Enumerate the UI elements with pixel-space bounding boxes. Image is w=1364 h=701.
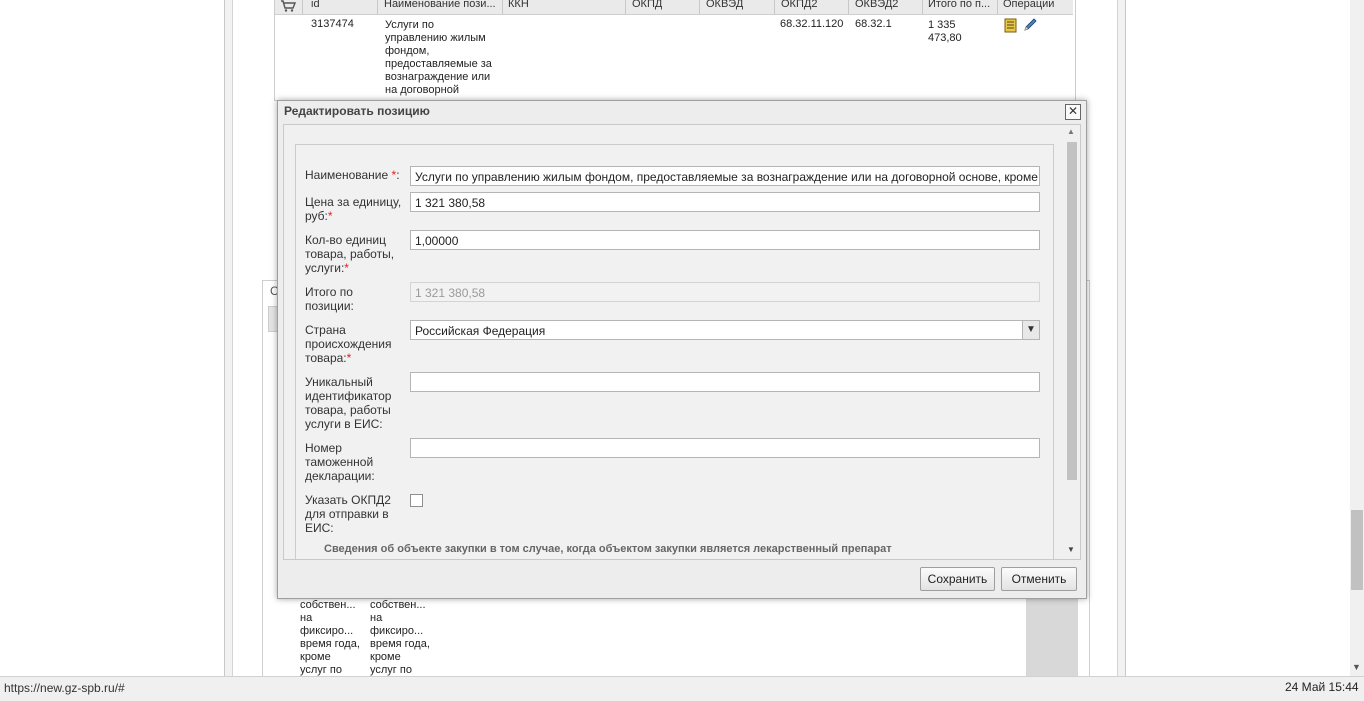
bottom-grid: собствен... на фиксиро... время года, кроме у…	[296, 598, 1078, 680]
col-header-okpd2[interactable]: ОКПД2	[781, 0, 817, 10]
close-icon[interactable]: ✕	[1065, 104, 1081, 120]
uid-label: Уникальный идентификатор товара, работы усл…	[305, 375, 392, 431]
row-id: 3137474	[311, 18, 354, 30]
country-select[interactable]: Российская Федерация ▼	[410, 320, 1040, 340]
dialog-title: Редактировать позицию	[284, 104, 430, 118]
save-button[interactable]: Сохранить	[920, 567, 995, 591]
price-input[interactable]: 1 321 380,58	[410, 192, 1040, 212]
cart-icon[interactable]	[280, 0, 296, 12]
okpd2-flag-checkbox[interactable]	[410, 494, 423, 507]
row-okved2: 68.32.1	[855, 18, 892, 30]
uid-input[interactable]	[410, 372, 1040, 392]
row-total: 1 335 473,80	[928, 19, 962, 44]
col-header-total[interactable]: Итого по п...	[928, 0, 998, 10]
scroll-down-icon[interactable]: ▼	[1352, 662, 1361, 672]
country-label: Страна происхождения товара:*	[305, 323, 392, 365]
row-okpd2: 68.32.11.120	[780, 18, 844, 30]
row-name: Услуги по управлению жилым фондом, предо…	[385, 19, 492, 96]
col-header-okved2[interactable]: ОКВЭД2	[855, 0, 898, 10]
col-header-okved[interactable]: ОКВЭД	[706, 0, 743, 10]
page-scroll-thumb[interactable]	[1351, 510, 1363, 590]
customs-input[interactable]	[410, 438, 1040, 458]
okpd2-flag-label: Указать ОКПД2 для отправки в ЕИС:	[305, 493, 391, 535]
chevron-down-icon[interactable]: ▼	[1022, 321, 1039, 339]
quantity-input[interactable]: 1,00000	[410, 230, 1040, 250]
col-header-id[interactable]: id	[311, 0, 320, 10]
bottom-gray-area	[1026, 598, 1078, 680]
quantity-label: Кол-во единиц товара, работы, услуги:*	[305, 233, 395, 275]
col-header-name[interactable]: Наименование пози...	[384, 0, 504, 10]
cancel-button[interactable]: Отменить	[1001, 567, 1077, 591]
customs-label: Номер таможенной декларации:	[305, 441, 375, 483]
scroll-up-icon[interactable]: ▲	[1067, 127, 1075, 136]
name-input[interactable]: Услуги по управлению жилым фондом, предо…	[410, 166, 1040, 186]
price-label: Цена за единицу, руб:*	[305, 195, 402, 223]
col-header-okpd[interactable]: ОКПД	[632, 0, 662, 10]
name-label: Наименование *:	[305, 168, 400, 182]
col-header-operations[interactable]: Операции	[1003, 0, 1054, 10]
dialog-scroll-thumb[interactable]	[1067, 142, 1077, 480]
total-label: Итого по позиции:	[305, 285, 354, 313]
status-url: https://new.gz-spb.ru/#	[4, 681, 125, 695]
grid-header: id Наименование пози... ККН ОКПД ОКВЭД О…	[275, 0, 1073, 15]
drug-section-title: Сведения об объекте закупки в том случае…	[324, 543, 892, 555]
document-icon[interactable]	[1003, 18, 1018, 33]
pencil-icon[interactable]	[1022, 17, 1038, 33]
col-header-kkn[interactable]: ККН	[508, 0, 529, 10]
status-bar	[0, 676, 1364, 701]
status-datetime: 24 Май 15:44	[1285, 680, 1359, 694]
scroll-down-icon[interactable]: ▼	[1067, 545, 1075, 554]
total-input: 1 321 380,58	[410, 282, 1040, 302]
